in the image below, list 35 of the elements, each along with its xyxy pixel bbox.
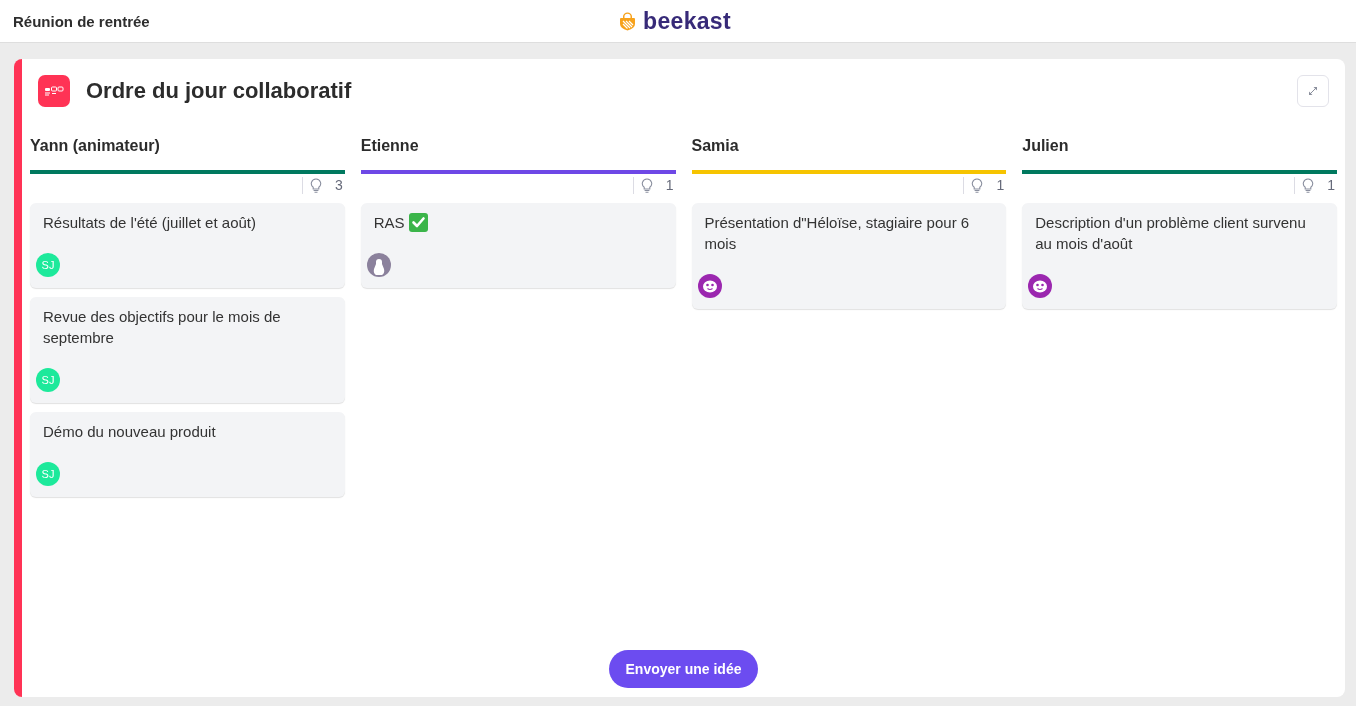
idea-card[interactable]: RAS [360,203,676,288]
idea-card[interactable]: Démo du nouveau produit SJ [30,412,345,497]
idea-count: 1 [996,177,1005,193]
meeting-title: Réunion de rentrée [13,12,150,30]
logo-icon [619,11,637,31]
initials-avatar: SJ [36,462,60,486]
lightbulb-icon [640,177,653,193]
idea-text: RAS [373,213,405,233]
lightbulb-icon [1302,177,1315,193]
idea-text: Revue des objectifs pour le mois de septembre [43,307,282,348]
expand-arrows-icon [1307,85,1319,97]
initials-avatar: SJ [36,253,60,277]
idea-text: Description d'un problème client survenu au mois d'août [1035,213,1307,254]
lightbulb-icon [309,177,322,193]
idea-card[interactable]: Résultats de l'été (juillet et août) SJ [30,203,345,288]
idea-card[interactable]: Revue des objectifs pour le mois de septembre SJ [30,297,345,403]
column-title: Etienne [360,136,419,156]
activity-title: Ordre du jour collaboratif [86,78,353,104]
column-title: Julien [1022,136,1069,156]
idea-count: 3 [334,177,343,193]
idea-card[interactable]: Présentation d"Héloïse, stagiaire pour 6 mois [691,203,1007,309]
initials-avatar: SJ [36,368,60,392]
send-idea-button[interactable]: Envoyer une idée [609,650,758,688]
lightbulb-icon [971,177,984,193]
agenda-tile-icon [38,75,70,107]
column-title: Yann (animateur) [30,136,160,156]
column-title: Samia [691,136,739,156]
idea-count: 1 [665,177,674,193]
expand-button[interactable] [1297,75,1329,107]
idea-text: Résultats de l'été (juillet et août) [43,213,256,233]
idea-text: Présentation d"Héloïse, stagiaire pour 6 mois [704,213,971,254]
idea-count: 1 [1327,177,1335,193]
idea-text: Démo du nouveau produit [43,422,216,442]
brand-logo-text: beekast [643,8,731,34]
idea-card[interactable]: Description d'un problème client survenu au mois d'août [1022,203,1337,309]
